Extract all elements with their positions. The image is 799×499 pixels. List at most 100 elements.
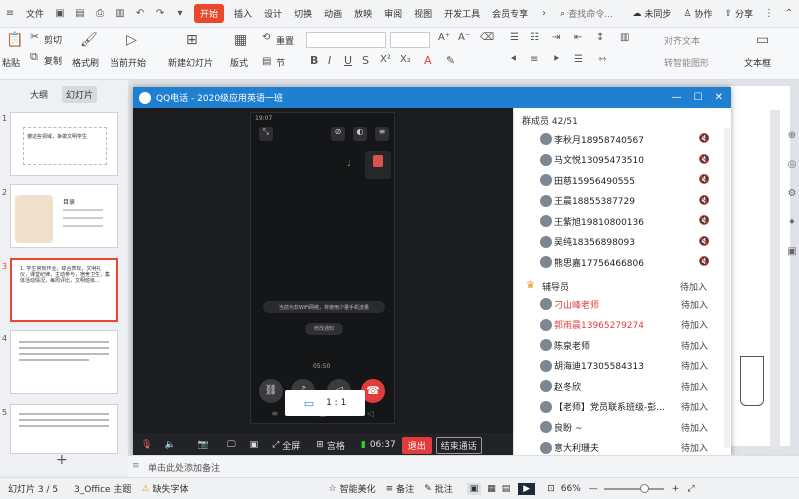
numbering-icon[interactable]: ☷ xyxy=(530,32,539,43)
align-left-icon[interactable]: ⯇ xyxy=(510,54,518,65)
pending-member-row[interactable]: 良盼 ~ 待加入 xyxy=(514,417,732,437)
tab-view[interactable]: 视图 xyxy=(408,7,438,20)
bold-icon[interactable]: B xyxy=(310,54,318,67)
print-preview-icon[interactable]: ▤ xyxy=(73,7,87,21)
italic-icon[interactable]: I xyxy=(328,54,331,67)
distribute-icon[interactable]: ⇿ xyxy=(598,54,606,65)
slide-thumbnail-5[interactable] xyxy=(10,404,118,454)
justify-icon[interactable]: ☰ xyxy=(574,54,583,65)
paste-icon[interactable]: 📋 xyxy=(6,32,23,48)
comments-button[interactable]: 批注 xyxy=(435,482,453,495)
menu-icon[interactable]: ≡ xyxy=(375,127,389,141)
smart-beautify-button[interactable]: 智能美化 xyxy=(340,482,376,495)
align-center-icon[interactable]: ≡ xyxy=(530,54,538,65)
format-painter-button[interactable]: 格式刷 xyxy=(72,56,99,69)
reading-view-icon[interactable]: ▤ xyxy=(502,484,511,494)
zoom-slider-handle[interactable] xyxy=(639,483,649,493)
tab-member[interactable]: 会员专享 xyxy=(486,7,534,20)
slide-thumbnail-4[interactable] xyxy=(10,330,118,394)
tab-slideshow[interactable]: 放映 xyxy=(348,7,378,20)
indent-icon[interactable]: ⇥ xyxy=(552,32,560,43)
copy-button[interactable]: 复制 xyxy=(44,54,62,67)
theme-name[interactable]: 3_Office 主题 xyxy=(74,482,131,495)
tab-outline[interactable]: 大纲 xyxy=(30,88,48,101)
font-family-combo[interactable] xyxy=(306,32,386,48)
slide-thumbnail-1[interactable]: 遵这些领域，争做文明学生 xyxy=(10,112,118,176)
save-icon[interactable]: ▣ xyxy=(53,7,67,21)
new-slide-icon[interactable]: ⊞ xyxy=(186,32,198,48)
stop-share-button[interactable] xyxy=(365,151,391,179)
play-icon[interactable]: ▷ xyxy=(126,32,137,48)
slide-thumbnail-3[interactable]: 1. 学生常规作业，综合表现，文明礼仪，课堂纪律，主动参与，宿舍卫生，集体活动情… xyxy=(10,258,118,322)
grid-icon[interactable]: ⊞ xyxy=(316,440,324,450)
redo-icon[interactable]: ↷ xyxy=(153,7,167,21)
superscript-icon[interactable]: X² xyxy=(380,54,391,65)
qq-title-bar[interactable]: QQ电话 - 2020级应用英语一班 — ☐ ✕ xyxy=(133,87,731,108)
member-row[interactable]: 田慈15956490555 🔇 xyxy=(514,170,732,190)
tool-icon[interactable]: ⊕ xyxy=(788,130,796,141)
tab-design[interactable]: 设计 xyxy=(258,7,288,20)
member-row[interactable]: 王紫旭19810800136 🔇 xyxy=(514,211,732,231)
from-current-button[interactable]: 当前开始 xyxy=(110,56,146,69)
zoom-level[interactable]: 66% xyxy=(561,484,581,494)
tab-review[interactable]: 审阅 xyxy=(378,7,408,20)
tab-home[interactable]: 开始 xyxy=(194,4,225,23)
subscript-icon[interactable]: X₂ xyxy=(400,54,411,65)
zoom-slider[interactable] xyxy=(603,483,664,493)
tab-animation[interactable]: 动画 xyxy=(318,7,348,20)
font-size-combo[interactable] xyxy=(390,32,430,48)
layout-icon[interactable]: ▦ xyxy=(234,32,247,48)
fullscreen-icon[interactable]: ⤢ xyxy=(272,440,279,450)
paste-button[interactable]: 粘贴 xyxy=(2,56,20,69)
member-row[interactable]: 王晨18855387729 🔇 xyxy=(514,191,732,211)
section-icon[interactable]: ▤ xyxy=(262,56,271,67)
notice-pill[interactable]: 修改通知 xyxy=(305,323,343,335)
pending-member-row[interactable]: 郭雨晨13965279274 待加入 xyxy=(514,315,732,335)
scissors-icon[interactable]: ✂ xyxy=(30,30,39,43)
notes-area[interactable]: ≡ 单击此处添加备注 xyxy=(128,455,799,477)
close-icon[interactable]: ✕ xyxy=(715,92,723,103)
mic-muted-icon[interactable]: 🎙 xyxy=(141,440,152,450)
play-slideshow-icon[interactable]: ▶ xyxy=(518,482,536,495)
nav-menu-icon[interactable]: ≡ xyxy=(271,409,278,423)
sorter-view-icon[interactable]: ▦ xyxy=(487,484,496,494)
member-row[interactable]: 马文悦13095473510 🔇 xyxy=(514,150,732,170)
share-screen-icon[interactable]: 🖵 xyxy=(227,440,236,450)
normal-view-icon[interactable]: ▣ xyxy=(466,482,482,495)
tool-icon[interactable]: ▣ xyxy=(787,246,796,257)
zoom-out-icon[interactable]: — xyxy=(589,484,598,494)
more-icon[interactable]: ⋮ xyxy=(762,7,776,21)
bullets-icon[interactable]: ☰ xyxy=(510,32,519,43)
columns-icon[interactable]: ▥ xyxy=(620,32,629,43)
share-button[interactable]: ⇪ 分享 xyxy=(718,7,759,21)
textbox-icon[interactable]: ▭ xyxy=(756,32,769,48)
link-icon[interactable]: ⛓ xyxy=(259,379,283,403)
textbox-button[interactable]: 文本框 xyxy=(744,56,771,69)
reset-button[interactable]: 重置 xyxy=(276,34,294,47)
collapse-icon[interactable]: ⌃ xyxy=(782,7,796,21)
switch-camera-icon[interactable]: ◐ xyxy=(353,127,367,141)
grid-label[interactable]: 宫格 xyxy=(327,439,345,452)
cut-button[interactable]: 剪切 xyxy=(44,33,62,46)
unsync-button[interactable]: ☁ 未同步 xyxy=(626,7,677,21)
minimize-icon[interactable]: — xyxy=(672,92,682,103)
collab-button[interactable]: ♙ 协作 xyxy=(677,7,718,21)
undo-icon[interactable]: ↶ xyxy=(133,7,147,21)
export-icon[interactable]: ▥ xyxy=(113,7,127,21)
tool-icon[interactable]: ⚙ xyxy=(788,188,797,199)
shrink-icon[interactable]: ⤡ xyxy=(259,127,273,141)
menu-icon[interactable]: ≡ xyxy=(3,7,17,21)
dropdown-icon[interactable]: ▾ xyxy=(173,7,187,21)
reset-icon[interactable]: ⟲ xyxy=(262,32,270,43)
layout-button[interactable]: 版式 xyxy=(230,56,248,69)
font-color-icon[interactable]: A xyxy=(424,54,432,67)
ratio-popup[interactable]: ▭ 1 : 1 xyxy=(285,390,365,416)
highlight-icon[interactable]: ✎ xyxy=(446,54,455,67)
end-call-button[interactable]: 结束通话 xyxy=(435,436,482,454)
volume-icon[interactable]: 🔈 xyxy=(164,440,175,450)
line-spacing-icon[interactable]: ↕ xyxy=(596,32,604,43)
pending-member-row[interactable]: 陈泉老师 待加入 xyxy=(514,335,732,355)
slide-thumbnail-2[interactable]: 目录 xyxy=(10,184,118,248)
underline-icon[interactable]: U xyxy=(344,54,352,67)
member-row[interactable]: 李秋月18958740567 🔇 xyxy=(514,129,732,149)
